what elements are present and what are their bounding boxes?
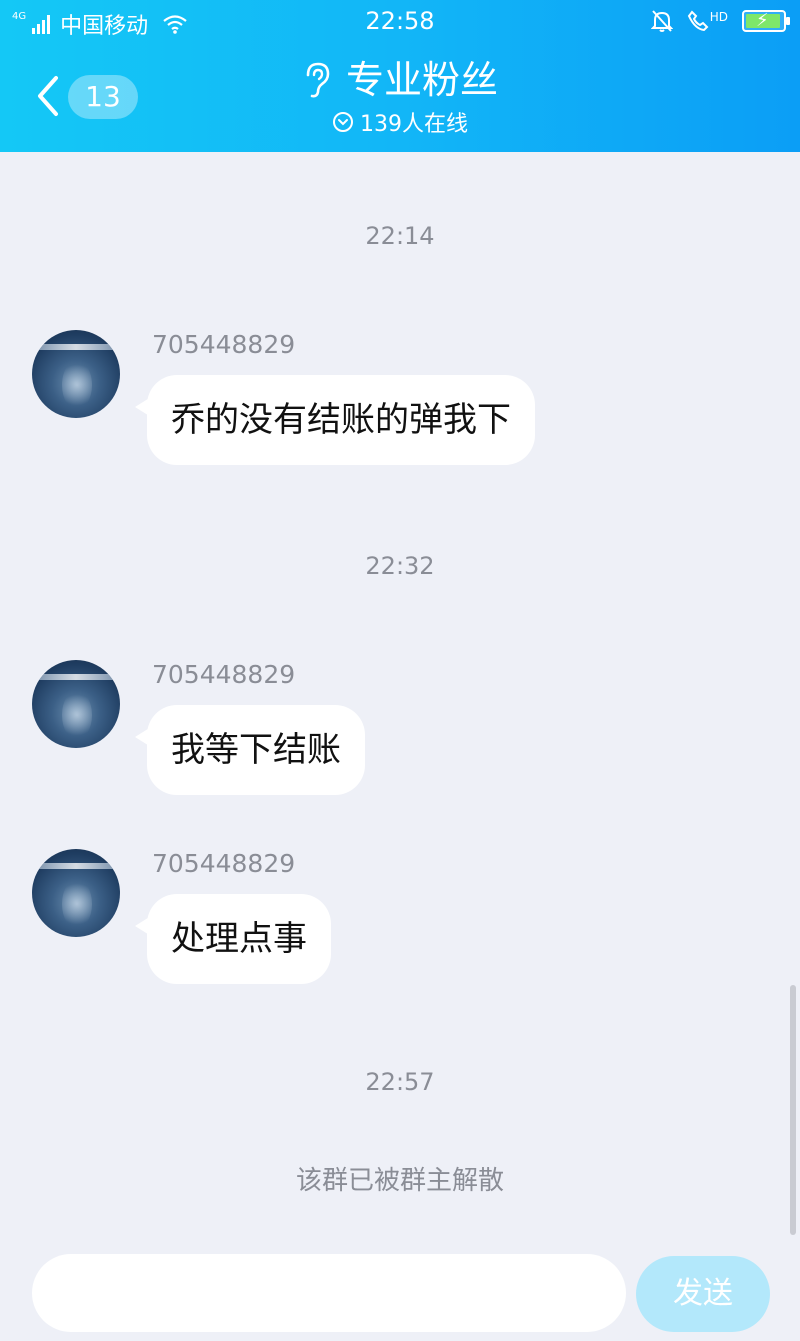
message-list[interactable]: 22:14 705448829 乔的没有结账的弹我下 22:32 7054488…	[0, 152, 800, 1242]
message-bubble[interactable]: 我等下结账	[135, 705, 365, 795]
time-stamp: 22:57	[365, 1068, 435, 1096]
page-title[interactable]: 专业粉丝	[302, 56, 498, 104]
ear-icon	[306, 62, 330, 98]
avatar[interactable]	[32, 849, 120, 937]
chat-header: 4G 中国移动 22:58 HD ⚡ 13 专业粉丝 139人在线	[0, 0, 800, 152]
message-bubble[interactable]: 处理点事	[135, 894, 331, 984]
status-bar: 4G 中国移动 22:58 HD ⚡	[0, 0, 800, 44]
sender-name[interactable]: 705448829	[152, 660, 295, 689]
battery-charging-icon: ⚡	[742, 10, 790, 32]
hd-label: HD	[709, 10, 728, 24]
message-bubble[interactable]: 乔的没有结账的弹我下	[135, 375, 535, 465]
chevron-down-circle-icon	[333, 112, 353, 132]
phone-icon	[687, 10, 709, 32]
sender-name[interactable]: 705448829	[152, 849, 295, 878]
scrollbar[interactable]	[790, 985, 796, 1235]
input-bar: 发送	[0, 1242, 800, 1341]
charging-bolt-icon: ⚡	[756, 10, 769, 31]
group-name: 专业粉丝	[345, 58, 498, 102]
system-notice: 该群已被群主解散	[295, 1166, 504, 1196]
sender-name[interactable]: 705448829	[152, 330, 295, 359]
time-stamp: 22:14	[365, 222, 435, 250]
message-input[interactable]	[32, 1254, 626, 1332]
status-right: HD ⚡	[650, 9, 790, 33]
online-count-label: 139人在线	[360, 112, 468, 137]
time-stamp: 22:32	[365, 552, 435, 580]
avatar[interactable]	[32, 330, 120, 418]
send-button[interactable]: 发送	[636, 1256, 770, 1332]
hd-call-indicator: HD	[687, 10, 728, 32]
title-block: 专业粉丝 139人在线	[0, 56, 800, 138]
avatar[interactable]	[32, 660, 120, 748]
bell-mute-icon	[650, 10, 673, 32]
online-count[interactable]: 139人在线	[0, 106, 800, 138]
